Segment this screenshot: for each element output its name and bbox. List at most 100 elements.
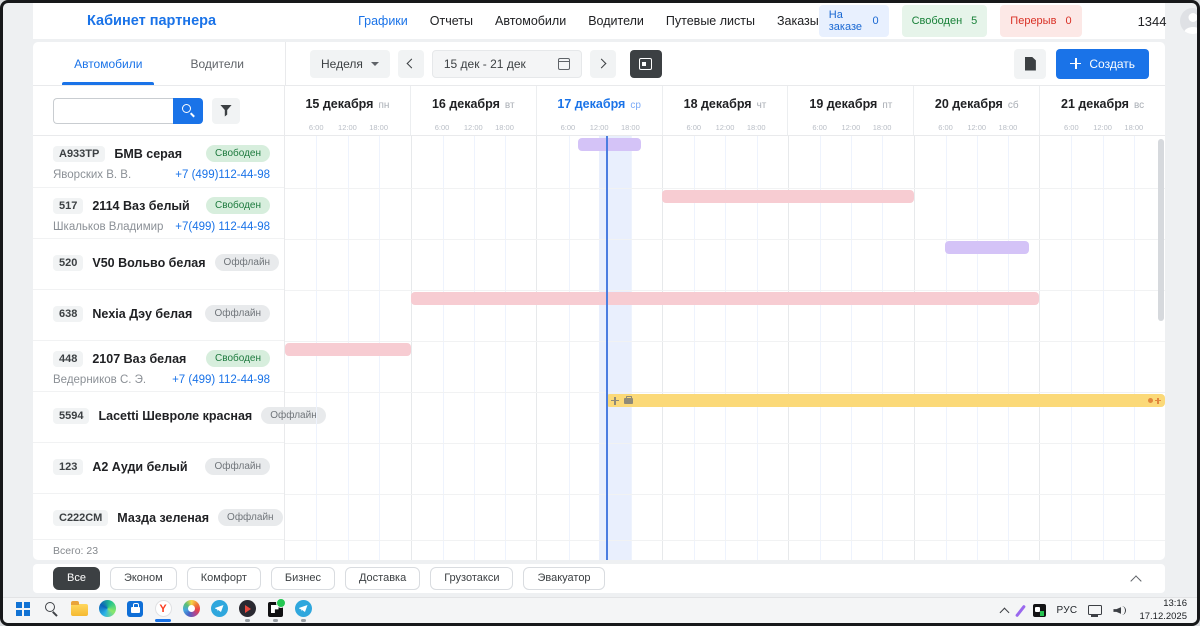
- vehicle-name: БМВ серая: [114, 147, 182, 161]
- period-select[interactable]: Неделя: [310, 50, 390, 78]
- tray-chevron-up-icon[interactable]: [1001, 606, 1008, 616]
- category-chip[interactable]: Все: [53, 567, 100, 589]
- app-window: Кабинет партнера Графики Отчеты Автомобили…: [0, 0, 1200, 626]
- category-chip[interactable]: Комфорт: [187, 567, 261, 589]
- tab[interactable]: Водители: [186, 42, 247, 85]
- search-button[interactable]: [173, 98, 203, 124]
- vehicle-row[interactable]: 448 2107 Ваз белая Свободен Ведерников С…: [33, 341, 284, 392]
- media-player-icon[interactable]: [233, 598, 261, 623]
- tab[interactable]: Автомобили: [70, 42, 146, 85]
- hour-gridline: [474, 136, 475, 560]
- collapse-button[interactable]: [1121, 567, 1151, 591]
- system-tray: РУС 13:16 17.12.2025: [1001, 598, 1191, 623]
- prev-week-button[interactable]: [398, 50, 424, 78]
- category-chip[interactable]: Бизнес: [271, 567, 335, 589]
- driver-name: Ведерников С. Э.: [53, 374, 146, 386]
- vehicle-row[interactable]: С222СМ Мазда зеленая Оффлайн: [33, 494, 284, 540]
- date-range-field[interactable]: 15 дек - 21 дек: [432, 50, 582, 78]
- running-indicator: [104, 619, 110, 622]
- create-label: Создать: [1089, 57, 1135, 71]
- phone-link[interactable]: +7(499) 112-44-98: [175, 221, 270, 233]
- nav-item[interactable]: Автомобили: [495, 14, 566, 28]
- filter-button[interactable]: [212, 98, 240, 124]
- day-header: 18 декабрячт 6:0012:0018:00: [662, 86, 788, 135]
- nav-item[interactable]: Отчеты: [430, 14, 473, 28]
- app-header: Кабинет партнера Графики Отчеты Автомобили…: [33, 3, 1165, 39]
- row-separator: [285, 188, 1165, 189]
- schedule-bar[interactable]: [606, 394, 1165, 407]
- capture-app-icon[interactable]: [261, 598, 289, 623]
- pen-icon[interactable]: [1019, 604, 1022, 618]
- avatar[interactable]: [1180, 8, 1200, 34]
- status-badge[interactable]: На заказе 0: [819, 5, 889, 37]
- hour-gridline: [443, 136, 444, 560]
- nav-item[interactable]: Графики: [358, 14, 408, 28]
- hour-gridline: [1071, 136, 1072, 560]
- nav-item[interactable]: Заказы: [777, 14, 819, 28]
- telegram-alt-icon[interactable]: [289, 598, 317, 623]
- plate-badge: 5594: [53, 408, 89, 424]
- status-badge[interactable]: Перерыв 0: [1000, 5, 1081, 37]
- today-button[interactable]: [630, 50, 662, 78]
- yandex-browser-icon[interactable]: [149, 598, 177, 623]
- category-chip[interactable]: Эвакуатор: [523, 567, 604, 589]
- category-chip[interactable]: Эконом: [110, 567, 177, 589]
- row-separator: [285, 239, 1165, 240]
- search-icon: [182, 104, 195, 117]
- schedule-bar[interactable]: [578, 138, 641, 151]
- vehicle-row[interactable]: 123 А2 Ауди белый Оффлайн: [33, 443, 284, 494]
- phone-link[interactable]: +7 (499)112-44-98: [175, 169, 270, 181]
- brand-logo[interactable]: Кабинет партнера: [87, 13, 216, 29]
- telegram-icon[interactable]: [205, 598, 233, 623]
- schedule-bar[interactable]: [662, 190, 913, 203]
- phone-link[interactable]: +7 (499) 112-44-98: [172, 374, 270, 386]
- nav-item[interactable]: Путевые листы: [666, 14, 755, 28]
- vehicle-row[interactable]: 638 Nexia Дэу белая Оффлайн: [33, 290, 284, 341]
- next-week-button[interactable]: [590, 50, 616, 78]
- file-explorer-icon[interactable]: [65, 598, 93, 623]
- volume-icon[interactable]: [1113, 605, 1128, 617]
- day-column: [914, 136, 1040, 560]
- gantt-body: [285, 136, 1165, 560]
- report-button[interactable]: [1014, 49, 1046, 79]
- hour-gridline: [505, 136, 506, 560]
- search-icon[interactable]: [37, 598, 65, 623]
- microsoft-store-icon[interactable]: [121, 598, 149, 623]
- capture-tray-icon[interactable]: [1033, 604, 1046, 617]
- nav-item[interactable]: Водители: [588, 14, 644, 28]
- status-pill: Свободен: [206, 145, 270, 162]
- vehicle-row[interactable]: 520 V50 Вольво белая Оффлайн: [33, 239, 284, 290]
- day-weekday: пн: [378, 100, 389, 111]
- network-icon[interactable]: [1088, 605, 1102, 617]
- category-chip[interactable]: Грузотакси: [430, 567, 513, 589]
- schedule-bar[interactable]: [411, 292, 1040, 305]
- paint-app-icon[interactable]: [177, 598, 205, 623]
- calendar-today-icon: [639, 58, 652, 70]
- order-dot-icon: [1148, 398, 1153, 403]
- running-indicator: [216, 619, 222, 622]
- create-button[interactable]: Создать: [1056, 49, 1149, 79]
- windows-start-icon[interactable]: [9, 598, 37, 623]
- toolbar-right: Создать: [1014, 49, 1165, 79]
- vehicle-name: Мазда зеленая: [117, 511, 209, 525]
- edge-icon[interactable]: [93, 598, 121, 623]
- schedule-bar[interactable]: [945, 241, 1029, 254]
- time-tick: 6:00: [812, 123, 827, 132]
- time-tick: 12:00: [1093, 123, 1112, 132]
- day-date: 15 декабря: [305, 97, 373, 111]
- clock[interactable]: 13:16 17.12.2025: [1139, 598, 1187, 623]
- category-chip[interactable]: Доставка: [345, 567, 420, 589]
- running-indicator: [301, 619, 306, 622]
- running-indicator: [20, 619, 26, 622]
- language-indicator[interactable]: РУС: [1057, 605, 1078, 616]
- vertical-scrollbar[interactable]: [1158, 139, 1164, 321]
- vehicle-row[interactable]: 517 2114 Ваз белый Свободен Шкальков Вла…: [33, 188, 284, 239]
- schedule-bar[interactable]: [285, 343, 411, 356]
- status-badge[interactable]: Свободен 5: [902, 5, 988, 37]
- entity-tabs: Автомобили Водители: [33, 42, 285, 85]
- search-input[interactable]: [53, 98, 173, 124]
- day-header: 21 декабрявс 6:0012:0018:00: [1039, 86, 1165, 135]
- clock-date: 17.12.2025: [1139, 611, 1187, 623]
- vehicle-row[interactable]: 5594 Lacetti Шевроле красная Оффлайн: [33, 392, 284, 443]
- vehicle-row[interactable]: А933ТР БМВ серая Свободен Яворских В. В.…: [33, 136, 284, 188]
